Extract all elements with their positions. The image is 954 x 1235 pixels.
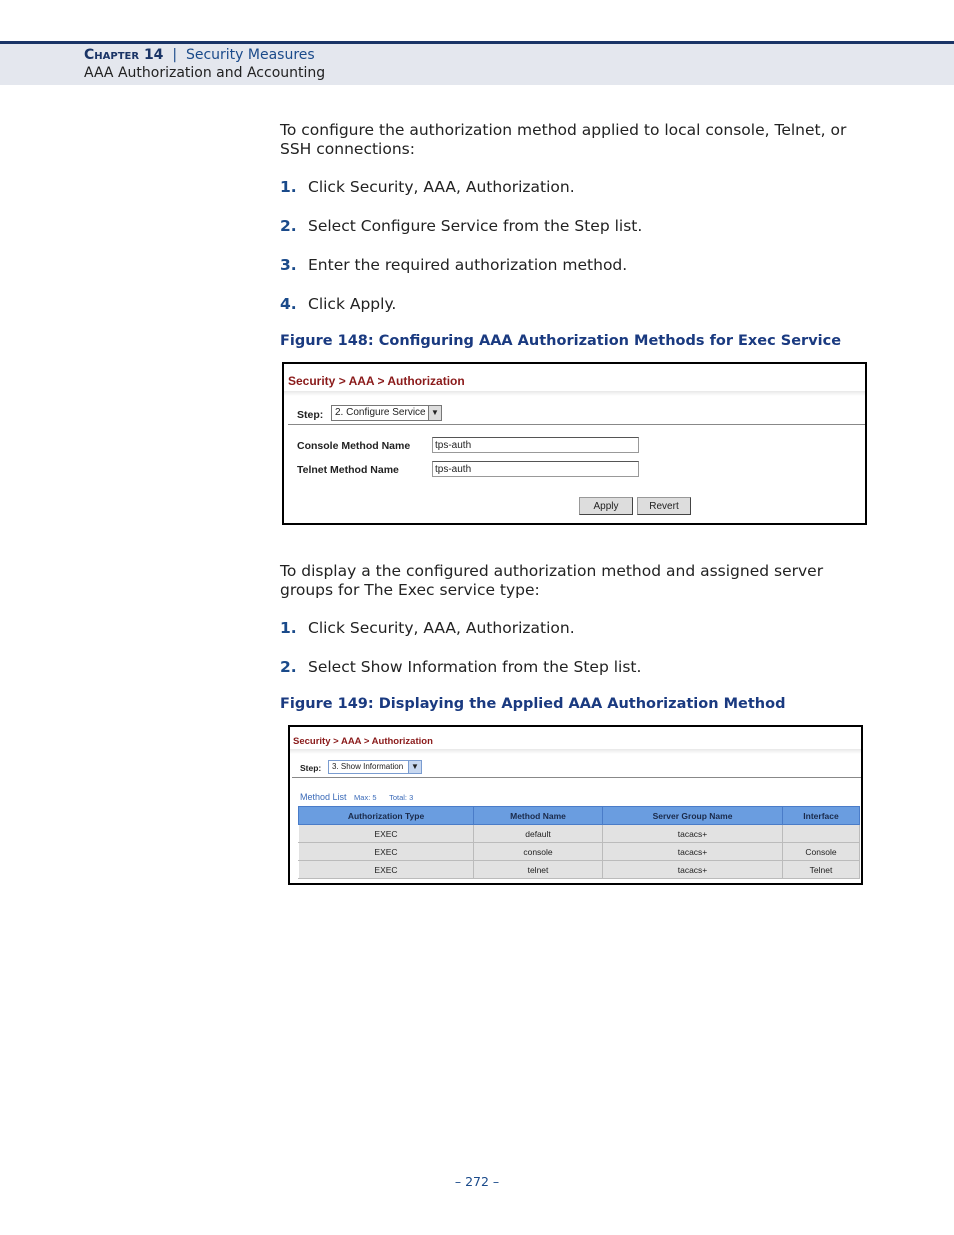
table-header-row: Authorization Type Method Name Server Gr… [298, 806, 860, 825]
revert-button[interactable]: Revert [637, 497, 691, 515]
page-number: – 272 – [454, 1174, 500, 1189]
step-number: 4. [280, 295, 297, 313]
step-text: Click Security, AAA, Authorization. [308, 619, 575, 637]
cell [782, 824, 860, 843]
console-method-input[interactable]: tps-auth [432, 437, 639, 453]
method-list-table: Authorization Type Method Name Server Gr… [298, 806, 860, 879]
total-count: Total: 3 [389, 793, 414, 802]
breadcrumb: Security > AAA > Authorization [288, 374, 465, 388]
chevron-down-icon: ▼ [408, 761, 421, 773]
chapter-label: Chapter 14 [84, 47, 164, 63]
method-list-header: Method List Max: 5 Total: 3 [300, 792, 413, 802]
step-value: 3. Show Information [332, 762, 404, 771]
cell: telnet [473, 860, 603, 879]
step-label: Step: [300, 763, 322, 773]
apply-button[interactable]: Apply [579, 497, 633, 515]
step-item: 3. Enter the required authorization metho… [280, 256, 870, 275]
table-row: EXEC default tacacs+ [298, 824, 860, 843]
step-item: 2. Select Configure Service from the Step… [280, 217, 870, 236]
step-number: 3. [280, 256, 297, 274]
cell: Console [782, 842, 860, 861]
console-method-label: Console Method Name [297, 440, 411, 452]
figure-caption: Figure 148: Configuring AAA Authorizatio… [280, 333, 842, 349]
step-select[interactable]: 3. Show Information ▼ [328, 760, 422, 774]
step-text: Enter the required authorization method. [308, 256, 628, 274]
cell: tacacs+ [602, 860, 783, 879]
step-item: 1. Click Security, AAA, Authorization. [280, 619, 870, 638]
step-select[interactable]: 2. Configure Service ▼ [331, 405, 442, 421]
column-header: Server Group Name [602, 806, 783, 825]
max-count: Max: 5 [354, 793, 377, 802]
separator: | [172, 47, 178, 63]
step-number: 2. [280, 658, 297, 676]
step-text: Click Security, AAA, Authorization. [308, 178, 575, 196]
page-header: Chapter 14 | Security Measures AAA Autho… [0, 41, 954, 85]
intro-paragraph: To configure the authorization method ap… [280, 121, 847, 158]
figure-148-screenshot: Security > AAA > Authorization Step: 2. … [282, 362, 867, 525]
table-row: EXEC telnet tacacs+ Telnet [298, 860, 860, 879]
cell: tacacs+ [602, 842, 783, 861]
cell: default [473, 824, 603, 843]
step-text: Select Configure Service from the Step l… [308, 217, 643, 235]
column-header: Authorization Type [298, 806, 474, 825]
step-number: 2. [280, 217, 297, 235]
step-label: Step: [297, 409, 324, 421]
step-item: 1. Click Security, AAA, Authorization. [280, 178, 870, 197]
section-title: Security Measures [185, 47, 315, 63]
step-text: Click Apply. [308, 295, 397, 313]
step-item: 2. Select Show Information from the Step … [280, 658, 870, 677]
cell: Telnet [782, 860, 860, 879]
telnet-method-input[interactable]: tps-auth [432, 461, 639, 477]
step-number: 1. [280, 178, 297, 196]
header-subtitle: AAA Authorization and Accounting [84, 65, 326, 81]
cell: EXEC [298, 842, 474, 861]
column-header: Method Name [473, 806, 603, 825]
step-value: 2. Configure Service [335, 407, 426, 418]
figure-149-screenshot: Security > AAA > Authorization Step: 3. … [288, 725, 863, 885]
breadcrumb: Security > AAA > Authorization [293, 736, 433, 747]
cell: console [473, 842, 603, 861]
cell: tacacs+ [602, 824, 783, 843]
figure-caption: Figure 149: Displaying the Applied AAA A… [280, 696, 786, 712]
intro-paragraph: To display a the configured authorizatio… [280, 562, 824, 599]
step-item: 4. Click Apply. [280, 295, 870, 314]
chevron-down-icon: ▼ [428, 406, 441, 420]
step-text: Select Show Information from the Step li… [308, 658, 642, 676]
cell: EXEC [298, 824, 474, 843]
method-list-title: Method List [300, 792, 347, 802]
telnet-method-label: Telnet Method Name [297, 464, 399, 476]
step-number: 1. [280, 619, 297, 637]
table-row: EXEC console tacacs+ Console [298, 842, 860, 861]
column-header: Interface [782, 806, 860, 825]
cell: EXEC [298, 860, 474, 879]
